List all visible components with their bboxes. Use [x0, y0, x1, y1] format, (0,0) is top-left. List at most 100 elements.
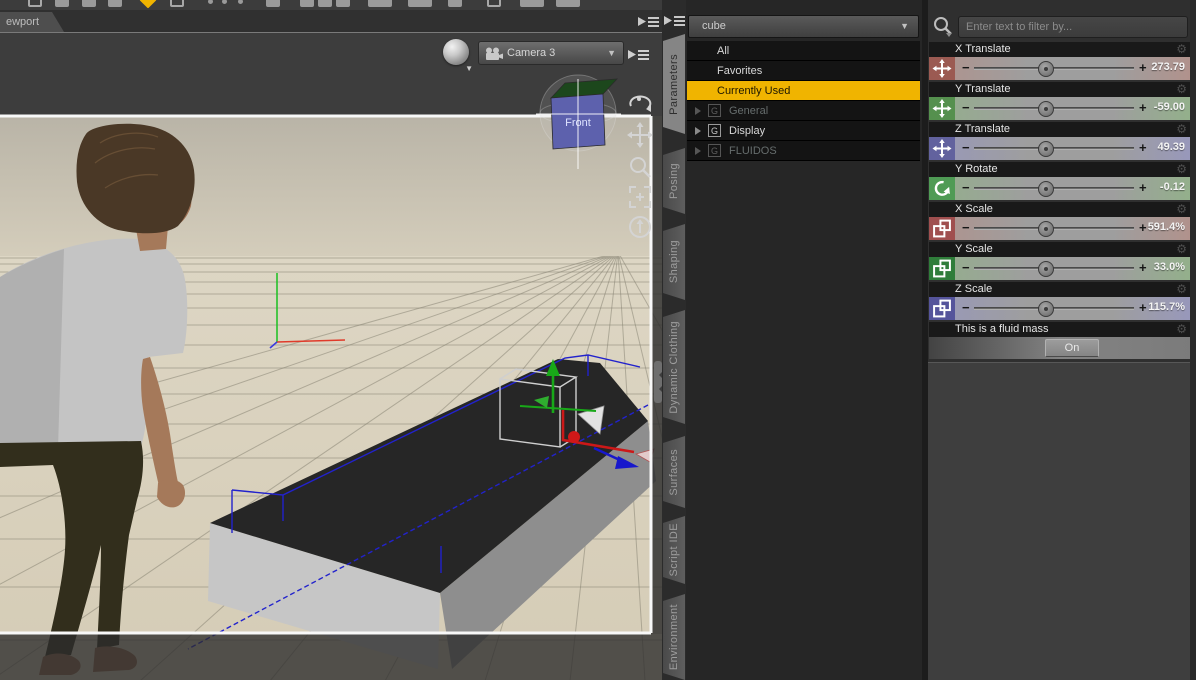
- toolbar-button[interactable]: [487, 0, 501, 7]
- toolbar-button[interactable]: [520, 0, 544, 7]
- gear-icon[interactable]: ⚙: [1176, 282, 1187, 297]
- toolbar-button[interactable]: [222, 0, 227, 4]
- pane-collapse-handle[interactable]: [654, 361, 663, 403]
- filter-input[interactable]: [958, 16, 1188, 38]
- slider-handle[interactable]: [1038, 181, 1054, 197]
- group-item-all[interactable]: All: [687, 41, 920, 61]
- toolbar-button[interactable]: [368, 0, 392, 7]
- tab-environment[interactable]: Environment: [663, 594, 685, 680]
- rotate-icon[interactable]: [929, 177, 955, 200]
- slider-handle[interactable]: [1038, 141, 1054, 157]
- zoom-tool-icon[interactable]: [626, 153, 654, 181]
- move-icon[interactable]: [929, 97, 955, 120]
- tab-parameters[interactable]: Parameters: [663, 34, 685, 134]
- tabs-options-icon[interactable]: [664, 13, 686, 29]
- slider-handle[interactable]: [1038, 301, 1054, 317]
- toolbar-button[interactable]: [318, 0, 332, 7]
- toolbar-button[interactable]: [108, 0, 122, 7]
- increment-button[interactable]: +: [1139, 140, 1147, 155]
- toolbar-button[interactable]: [336, 0, 350, 7]
- toolbar-button[interactable]: [266, 0, 280, 7]
- group-item-currently-used[interactable]: Currently Used: [687, 81, 920, 101]
- node-selector-dropdown[interactable]: cube ▼: [688, 15, 919, 38]
- slider-handle[interactable]: [1038, 61, 1054, 77]
- increment-button[interactable]: +: [1139, 300, 1147, 315]
- scale-icon[interactable]: [929, 297, 955, 320]
- decrement-button[interactable]: −: [962, 260, 970, 275]
- gear-icon[interactable]: ⚙: [1176, 162, 1187, 177]
- slider-handle[interactable]: [1038, 221, 1054, 237]
- tab-script-ide[interactable]: Script IDE: [663, 516, 685, 584]
- slider-track[interactable]: [974, 101, 1134, 117]
- move-icon[interactable]: [929, 137, 955, 160]
- group-item-general[interactable]: G General: [687, 101, 920, 121]
- param-value[interactable]: 273.79: [1151, 61, 1185, 73]
- gear-icon[interactable]: ⚙: [1176, 242, 1187, 257]
- gear-icon[interactable]: ⚙: [1176, 322, 1187, 337]
- slider-track[interactable]: [974, 261, 1134, 277]
- slider-track[interactable]: [974, 301, 1134, 317]
- param-value[interactable]: -59.00: [1154, 101, 1185, 113]
- param-value[interactable]: 115.7%: [1148, 301, 1185, 313]
- toggle-track[interactable]: On: [929, 337, 1191, 359]
- toolbar-button[interactable]: [408, 0, 432, 7]
- increment-button[interactable]: +: [1139, 100, 1147, 115]
- viewport-options-icon[interactable]: [628, 47, 650, 63]
- param-value[interactable]: 33.0%: [1154, 261, 1185, 273]
- expander-triangle-icon[interactable]: [695, 127, 705, 135]
- search-icon[interactable]: [932, 16, 954, 38]
- decrement-button[interactable]: −: [962, 60, 970, 75]
- slider-handle[interactable]: [1038, 261, 1054, 277]
- toolbar-button[interactable]: [300, 0, 314, 7]
- slider-handle[interactable]: [1038, 101, 1054, 117]
- group-item-display[interactable]: G Display: [687, 121, 920, 141]
- move-icon[interactable]: [929, 57, 955, 80]
- slider-track[interactable]: [974, 141, 1134, 157]
- tab-surfaces[interactable]: Surfaces: [663, 436, 685, 508]
- camera-selector-dropdown[interactable]: Camera 3 ▼: [478, 41, 624, 65]
- param-value[interactable]: 49.39: [1157, 141, 1185, 153]
- param-value[interactable]: -0.12: [1160, 181, 1185, 193]
- slider-track[interactable]: [974, 61, 1134, 77]
- pane-group-options-icon[interactable]: [638, 14, 660, 30]
- gear-icon[interactable]: ⚙: [1176, 202, 1187, 217]
- toolbar-button[interactable]: [448, 0, 462, 7]
- decrement-button[interactable]: −: [962, 300, 970, 315]
- increment-button[interactable]: +: [1139, 60, 1147, 75]
- gear-icon[interactable]: ⚙: [1176, 42, 1187, 57]
- viewport-3d[interactable]: Front ▼ Camera 3 ▼: [0, 32, 663, 680]
- toolbar-button[interactable]: [28, 0, 42, 7]
- decrement-button[interactable]: −: [962, 220, 970, 235]
- gear-icon[interactable]: ⚙: [1176, 122, 1187, 137]
- increment-button[interactable]: +: [1139, 220, 1147, 235]
- tab-posing[interactable]: Posing: [663, 148, 685, 214]
- tab-viewport[interactable]: ewport: [0, 12, 64, 32]
- toolbar-button[interactable]: [170, 0, 184, 7]
- toolbar-button[interactable]: [139, 0, 157, 9]
- pan-tool-icon[interactable]: [626, 121, 654, 149]
- slider-track[interactable]: [974, 221, 1134, 237]
- scale-icon[interactable]: [929, 257, 955, 280]
- tab-shaping[interactable]: Shaping: [663, 224, 685, 300]
- decrement-button[interactable]: −: [962, 180, 970, 195]
- drawstyle-button[interactable]: ▼: [441, 39, 475, 73]
- toolbar-button[interactable]: [556, 0, 580, 7]
- increment-button[interactable]: +: [1139, 260, 1147, 275]
- frame-tool-icon[interactable]: [626, 183, 654, 211]
- toolbar-button[interactable]: [82, 0, 96, 7]
- slider-track[interactable]: [974, 181, 1134, 197]
- group-item-favorites[interactable]: Favorites: [687, 61, 920, 81]
- aim-tool-icon[interactable]: [626, 213, 654, 241]
- group-item-fluidos[interactable]: G FLUIDOS: [687, 141, 920, 161]
- decrement-button[interactable]: −: [962, 140, 970, 155]
- decrement-button[interactable]: −: [962, 100, 970, 115]
- param-value[interactable]: 591.4%: [1148, 221, 1185, 233]
- scale-icon[interactable]: [929, 217, 955, 240]
- toggle-on-button[interactable]: On: [1045, 339, 1099, 357]
- expander-triangle-icon[interactable]: [695, 147, 705, 155]
- scene-3d-render[interactable]: Front: [0, 33, 662, 680]
- orbit-tool-icon[interactable]: [626, 89, 654, 117]
- expander-triangle-icon[interactable]: [695, 107, 705, 115]
- toolbar-button[interactable]: [238, 0, 243, 4]
- toolbar-button[interactable]: [208, 0, 213, 4]
